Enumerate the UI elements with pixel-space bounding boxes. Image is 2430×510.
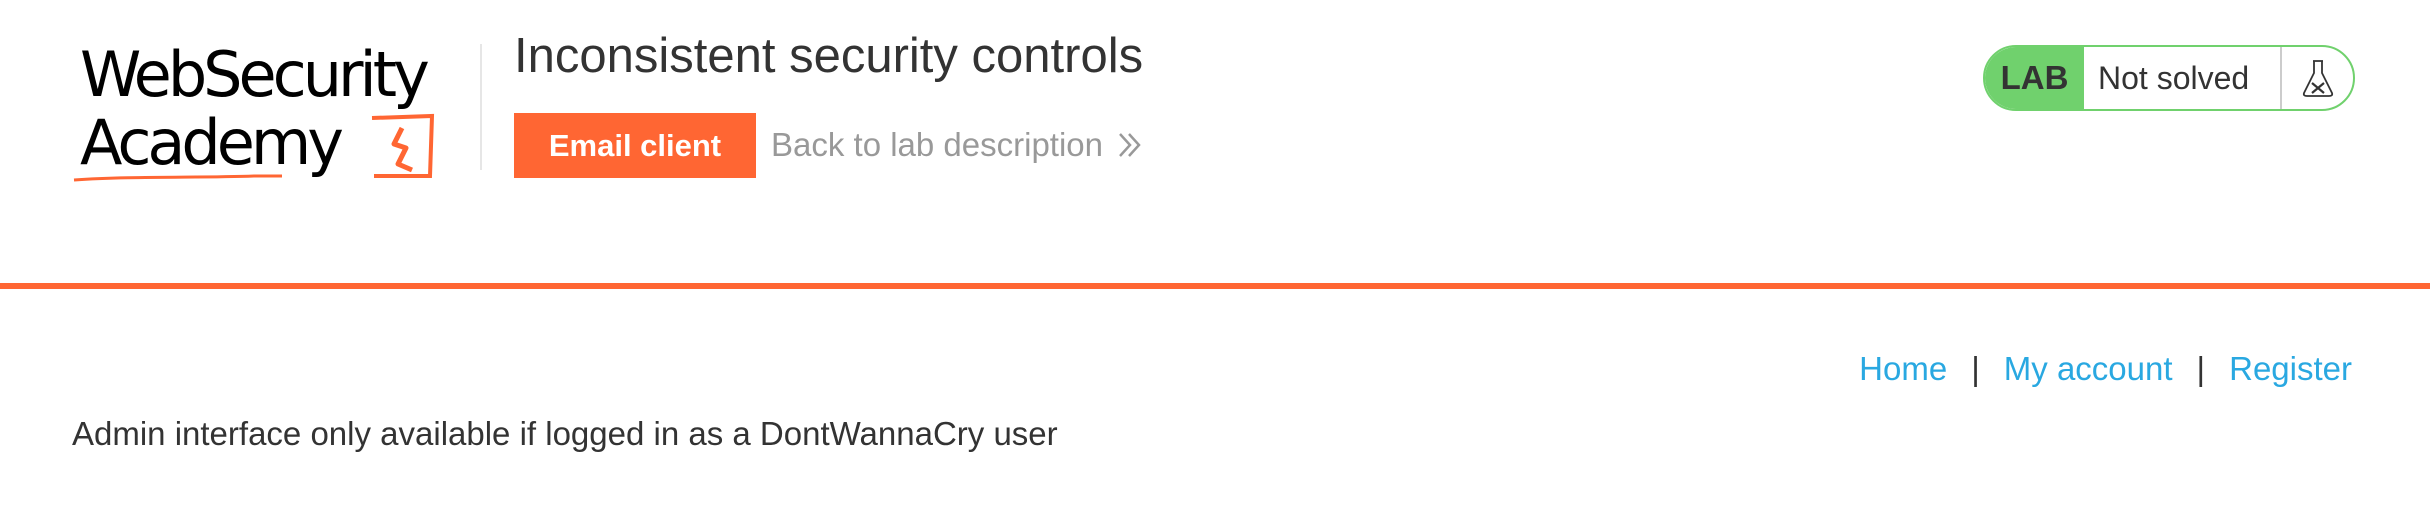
back-link-label: Back to lab description (771, 126, 1104, 163)
flask-icon (2280, 47, 2353, 109)
nav-link-home[interactable]: Home (1859, 350, 1947, 388)
logo-text-line1: WebSecurity (80, 38, 430, 111)
nav-link-register[interactable]: Register (2229, 350, 2352, 388)
lab-status-widget: LAB Not solved (1983, 45, 2355, 111)
lab-status-text: Not solved (2098, 59, 2250, 96)
logo-text-line2: Academy (80, 106, 344, 179)
back-to-lab-description-link[interactable]: Back to lab description (771, 126, 1143, 164)
lab-title: Inconsistent security controls (514, 29, 1144, 83)
academy-logo[interactable]: WebSecurity Academy (72, 40, 472, 190)
nav-link-my-account[interactable]: My account (2004, 350, 2173, 388)
nav-separator: | (2196, 350, 2206, 387)
header-separator (0, 283, 2430, 289)
lab-header: WebSecurity Academy Inconsistent securit… (0, 0, 2430, 286)
admin-access-message: Admin interface only available if logged… (72, 415, 1058, 452)
nav-separator: | (1971, 350, 1980, 387)
top-navigation: Home | My account | Register (1859, 350, 2352, 388)
email-client-button[interactable]: Email client (514, 113, 756, 178)
double-chevron-right-icon (1119, 133, 1141, 157)
lab-status-tag: LAB (1985, 47, 2084, 109)
header-divider (480, 44, 482, 170)
